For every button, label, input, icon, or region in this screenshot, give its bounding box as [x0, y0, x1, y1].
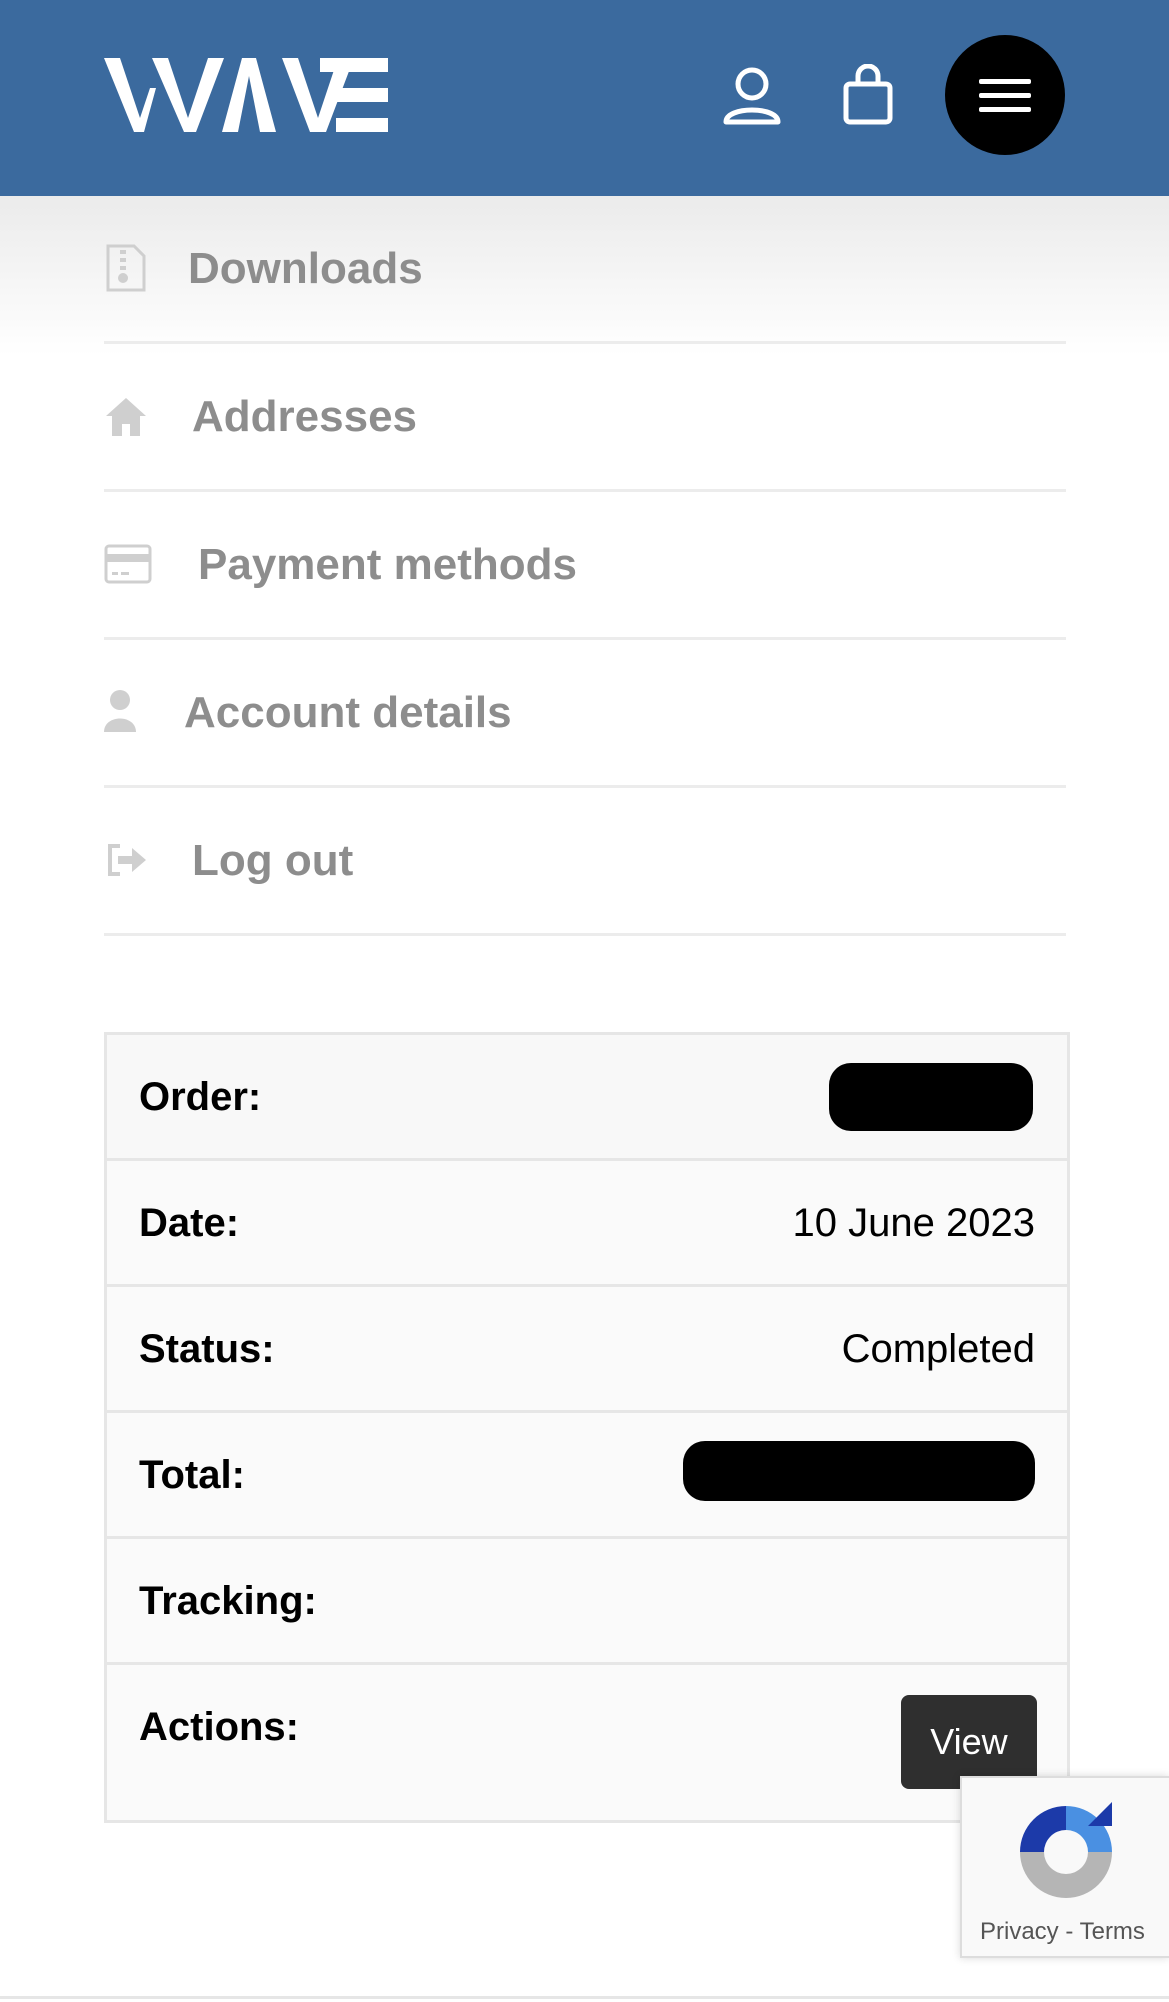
- nav-item-account-details[interactable]: Account details: [104, 640, 1066, 788]
- date-value: 10 June 2023: [792, 1201, 1035, 1245]
- account-navigation: Downloads Addresses Payment methods Acco…: [104, 196, 1066, 936]
- date-row: Date: 10 June 2023: [107, 1161, 1067, 1287]
- credit-card-icon: [104, 544, 152, 584]
- user-icon: [104, 690, 136, 732]
- top-bar: [0, 0, 1169, 196]
- total-row: Total:: [107, 1413, 1067, 1539]
- nav-label: Payment methods: [198, 540, 577, 589]
- divider: [0, 1996, 1169, 1999]
- privacy-link[interactable]: Privacy: [980, 1918, 1059, 1945]
- link-separator: -: [1058, 1918, 1080, 1945]
- redacted-mark: [683, 1441, 1035, 1501]
- nav-label: Account details: [184, 688, 512, 737]
- hamburger-line: [979, 79, 1031, 84]
- date-label: Date:: [139, 1201, 240, 1245]
- actions-label: Actions:: [139, 1705, 299, 1749]
- shopping-bag-icon[interactable]: [842, 64, 894, 126]
- home-icon: [106, 398, 146, 436]
- status-value: Completed: [841, 1327, 1035, 1371]
- recaptcha-logo-icon: [1020, 1802, 1112, 1898]
- nav-item-payment-methods[interactable]: Payment methods: [104, 492, 1066, 640]
- terms-link[interactable]: Terms: [1080, 1918, 1145, 1945]
- tracking-label: Tracking:: [139, 1579, 317, 1623]
- nav-item-downloads[interactable]: Downloads: [104, 196, 1066, 344]
- nav-label: Addresses: [192, 392, 418, 441]
- order-label: Order:: [139, 1075, 262, 1119]
- nav-item-log-out[interactable]: Log out: [104, 788, 1066, 936]
- nav-label: Downloads: [188, 244, 423, 293]
- redacted-mark: [829, 1063, 1033, 1131]
- nav-item-addresses[interactable]: Addresses: [104, 344, 1066, 492]
- recaptcha-links: Privacy - Terms: [980, 1918, 1145, 1946]
- recaptcha-badge[interactable]: Privacy - Terms: [960, 1776, 1169, 1958]
- tracking-row: Tracking:: [107, 1539, 1067, 1665]
- total-label: Total:: [139, 1453, 245, 1497]
- zip-file-icon: [106, 244, 146, 292]
- sign-out-icon: [108, 844, 146, 876]
- hamburger-menu-button[interactable]: [945, 35, 1065, 155]
- account-icon[interactable]: [722, 66, 782, 126]
- status-label: Status:: [139, 1327, 275, 1371]
- order-table: Order: Date: 10 June 2023 Status: Comple…: [104, 1032, 1070, 1823]
- view-order-button[interactable]: View: [901, 1695, 1037, 1789]
- actions-row: Actions: View: [107, 1665, 1067, 1823]
- wave-logo[interactable]: [104, 58, 388, 132]
- hamburger-line: [979, 93, 1031, 98]
- status-row: Status: Completed: [107, 1287, 1067, 1413]
- order-row: Order:: [107, 1035, 1067, 1161]
- hamburger-line: [979, 107, 1031, 112]
- nav-label: Log out: [192, 836, 354, 885]
